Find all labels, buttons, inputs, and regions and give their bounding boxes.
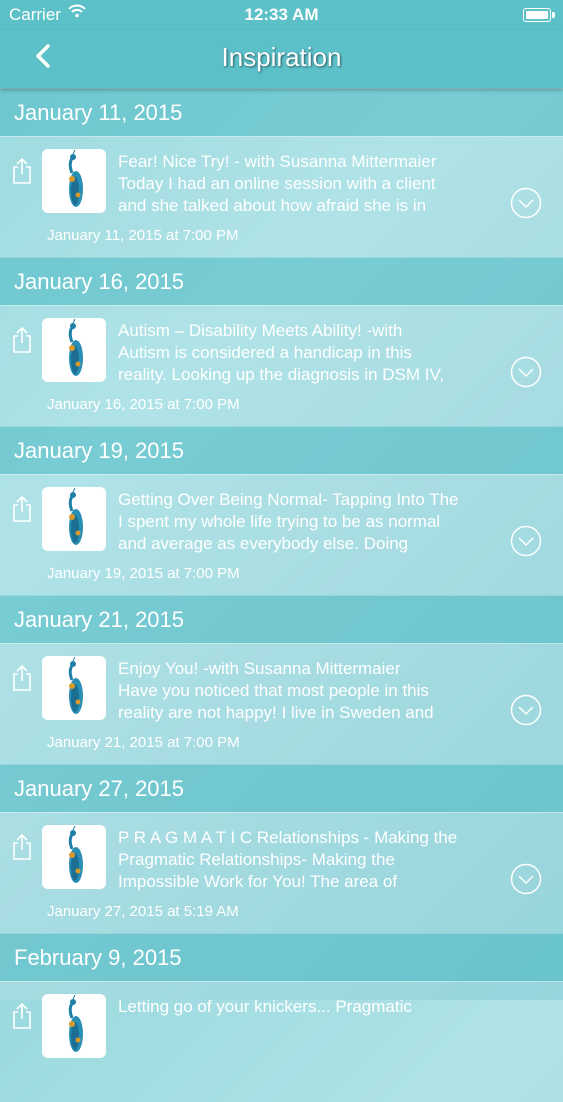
- share-button[interactable]: [10, 833, 34, 861]
- post-title: Enjoy You! -with Susanna Mittermaier: [118, 659, 401, 678]
- post-excerpt-line: reality. Looking up the diagnosis in DSM…: [118, 365, 445, 384]
- post-cell[interactable]: Fear! Nice Try! - with Susanna Mittermai…: [0, 136, 563, 257]
- expand-button[interactable]: [510, 863, 542, 895]
- post-summary: P R A G M A T I C Relationships - Making…: [118, 827, 498, 893]
- section-header: January 21, 2015: [0, 595, 563, 643]
- post-title: Autism – Disability Meets Ability! -with: [118, 321, 403, 340]
- share-button[interactable]: [10, 326, 34, 354]
- post-title: Getting Over Being Normal- Tapping Into …: [118, 490, 459, 509]
- section-header: January 16, 2015: [0, 257, 563, 305]
- post-summary: Getting Over Being Normal- Tapping Into …: [118, 489, 498, 555]
- peacock-thumbnail: [42, 994, 106, 1058]
- post-date: January 19, 2015 at 7:00 PM: [47, 565, 240, 582]
- post-excerpt-line: I spent my whole life trying to be as no…: [118, 512, 441, 531]
- post-cell[interactable]: Getting Over Being Normal- Tapping Into …: [0, 474, 563, 595]
- battery-icon: [523, 8, 555, 22]
- post-date: January 16, 2015 at 7:00 PM: [47, 396, 240, 413]
- share-icon: [13, 1002, 31, 1029]
- peacock-thumbnail: [42, 149, 106, 213]
- share-icon: [13, 157, 31, 184]
- post-cell[interactable]: P R A G M A T I C Relationships - Making…: [0, 812, 563, 933]
- post-summary: Autism – Disability Meets Ability! -with…: [118, 320, 498, 386]
- post-excerpt-line: reality are not happy! I live in Sweden …: [118, 703, 434, 722]
- post-date: January 27, 2015 at 5:19 AM: [47, 903, 239, 920]
- expand-button[interactable]: [510, 356, 542, 388]
- share-button[interactable]: [10, 1002, 34, 1030]
- page-title: Inspiration: [221, 42, 342, 72]
- post-title: Fear! Nice Try! - with Susanna Mittermai…: [118, 152, 437, 171]
- share-icon: [13, 664, 31, 691]
- chevron-down-circle-icon: [510, 525, 542, 557]
- peacock-thumbnail: [42, 825, 106, 889]
- post-excerpt-line: Autism is considered a handicap in this: [118, 343, 412, 362]
- section-header: January 27, 2015: [0, 764, 563, 812]
- post-date: January 11, 2015 at 7:00 PM: [47, 227, 239, 244]
- post-title: P R A G M A T I C Relationships - Making…: [118, 828, 458, 847]
- expand-button[interactable]: [510, 187, 542, 219]
- post-excerpt-line: Pragmatic Relationships- Making the: [118, 850, 395, 869]
- section-header: February 9, 2015: [0, 933, 563, 981]
- chevron-down-circle-icon: [510, 863, 542, 895]
- section-header: January 19, 2015: [0, 426, 563, 474]
- post-cell[interactable]: Letting go of your knickers... Pragmatic: [0, 981, 563, 1102]
- chevron-down-circle-icon: [510, 356, 542, 388]
- peacock-thumbnail: [42, 318, 106, 382]
- clock: 12:33 AM: [244, 5, 319, 24]
- expand-button[interactable]: [510, 694, 542, 726]
- share-icon: [13, 326, 31, 353]
- chevron-down-circle-icon: [510, 694, 542, 726]
- share-button[interactable]: [10, 664, 34, 692]
- status-bar: Carrier 12:33 AM: [0, 0, 563, 30]
- post-date: January 21, 2015 at 7:00 PM: [47, 734, 240, 751]
- chevron-down-circle-icon: [510, 187, 542, 219]
- peacock-thumbnail: [42, 487, 106, 551]
- share-button[interactable]: [10, 157, 34, 185]
- share-button[interactable]: [10, 495, 34, 523]
- post-cell[interactable]: Enjoy You! -with Susanna Mittermaier Hav…: [0, 643, 563, 764]
- post-summary: Letting go of your knickers... Pragmatic: [118, 996, 498, 1062]
- post-cell[interactable]: Autism – Disability Meets Ability! -with…: [0, 305, 563, 426]
- share-icon: [13, 495, 31, 522]
- post-list: January 11, 2015 Fear! Nice Try! - with …: [0, 88, 563, 1102]
- navigation-bar: Inspiration: [0, 30, 563, 88]
- post-excerpt-line: and average as everybody else. Doing: [118, 534, 409, 553]
- post-summary: Fear! Nice Try! - with Susanna Mittermai…: [118, 151, 498, 217]
- share-icon: [13, 833, 31, 860]
- post-title: Letting go of your knickers... Pragmatic: [118, 997, 412, 1016]
- post-excerpt-line: and she talked about how afraid she is i…: [118, 196, 427, 215]
- section-header: January 11, 2015: [0, 88, 563, 136]
- peacock-thumbnail: [42, 656, 106, 720]
- post-excerpt-line: Today I had an online session with a cli…: [118, 174, 436, 193]
- expand-button[interactable]: [510, 525, 542, 557]
- post-excerpt-line: Have you noticed that most people in thi…: [118, 681, 429, 700]
- post-excerpt-line: Impossible Work for You! The area of: [118, 872, 398, 891]
- post-summary: Enjoy You! -with Susanna Mittermaier Hav…: [118, 658, 498, 724]
